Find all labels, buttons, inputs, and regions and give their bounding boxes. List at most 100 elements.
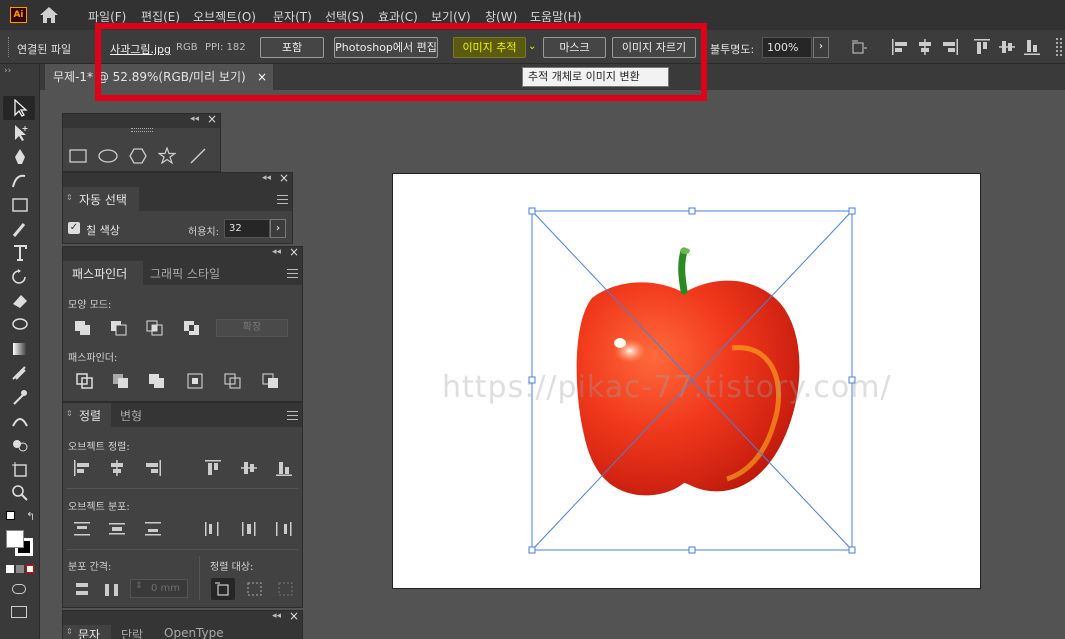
none-mode-icon[interactable]: [26, 565, 34, 573]
align-bottom-icon[interactable]: [1023, 38, 1041, 56]
mesh-tool-icon[interactable]: [10, 364, 30, 382]
close-panel-icon[interactable]: ×: [289, 609, 299, 623]
gradient-mode-icon[interactable]: [16, 565, 24, 573]
draw-mode-icon[interactable]: [12, 584, 26, 594]
collapse-panel-icon[interactable]: ◂◂: [190, 114, 199, 124]
align-horizontal-center-icon[interactable]: [916, 38, 934, 56]
opacity-input[interactable]: 100%: [762, 37, 812, 58]
close-panel-icon[interactable]: ×: [279, 171, 289, 185]
rectangle-tool-icon[interactable]: [10, 196, 30, 214]
outline-icon[interactable]: [224, 373, 242, 389]
zoom-tool-icon[interactable]: [10, 484, 30, 502]
close-panel-icon[interactable]: ×: [207, 112, 217, 126]
blend-tool-icon[interactable]: [10, 412, 30, 430]
intersect-icon[interactable]: [146, 320, 164, 336]
collapse-panel-icon[interactable]: ◂◂: [272, 247, 281, 257]
opacity-chevron-right-icon[interactable]: ›: [813, 37, 829, 58]
align-horizontal-center-icon[interactable]: [108, 460, 126, 476]
collapse-panel-icon[interactable]: ◂◂: [272, 611, 281, 621]
distribute-objects-label: 오브젝트 분포:: [68, 502, 130, 513]
rotate-tool-icon[interactable]: [10, 268, 30, 286]
star-shape-icon[interactable]: [158, 147, 176, 164]
distribute-bottom-icon[interactable]: [144, 521, 162, 537]
distribute-top-icon[interactable]: [73, 521, 91, 537]
align-to-key-object-icon[interactable]: [246, 581, 264, 597]
tab-paragraph[interactable]: 단락: [121, 626, 143, 639]
horizontal-distribute-space-icon[interactable]: [103, 581, 121, 597]
close-panel-icon[interactable]: ×: [289, 245, 299, 259]
unite-icon[interactable]: [74, 320, 92, 336]
divide-icon[interactable]: [76, 373, 94, 389]
artboard-tool-icon[interactable]: [10, 460, 30, 478]
align-to-label: 정렬 대상:: [210, 562, 254, 573]
default-fill-stroke-icon[interactable]: [6, 511, 15, 520]
merge-icon[interactable]: [148, 373, 166, 389]
direct-selection-tool-icon[interactable]: [10, 124, 30, 142]
align-vertical-center-icon[interactable]: [240, 460, 258, 476]
crop-icon[interactable]: [187, 373, 205, 389]
spacing-stepper-icon[interactable]: ⇕: [135, 581, 143, 591]
tolerance-input[interactable]: 32: [224, 219, 270, 238]
curvature-tool-icon[interactable]: [10, 172, 30, 190]
distribute-vertical-center-icon[interactable]: [108, 521, 126, 537]
tolerance-chevron-right-icon[interactable]: ›: [270, 219, 286, 238]
align-left-icon[interactable]: [891, 38, 909, 56]
distribute-horizontal-center-icon[interactable]: [240, 521, 258, 537]
align-vertical-center-icon[interactable]: [998, 38, 1016, 56]
opacity-label[interactable]: 불투명도:: [710, 41, 754, 57]
panel-options-chevron-icon[interactable]: ⇕: [66, 627, 73, 636]
fill-color-swatch[interactable]: [6, 530, 24, 548]
screen-mode-icon[interactable]: [11, 606, 27, 618]
home-icon[interactable]: [39, 6, 59, 24]
panel-options-chevron-icon[interactable]: ⇕: [66, 409, 73, 418]
align-to-selection-icon[interactable]: [214, 581, 232, 597]
fill-color-checkbox[interactable]: ✓: [68, 222, 80, 234]
tab-character[interactable]: 문자: [78, 626, 100, 639]
selection-tool-icon[interactable]: [10, 99, 30, 117]
align-right-icon[interactable]: [144, 460, 162, 476]
exclude-icon[interactable]: [183, 320, 201, 336]
tab-graphic-styles[interactable]: 그래픽 스타일: [150, 265, 220, 282]
color-mode-icon[interactable]: [6, 565, 14, 573]
linked-file-label[interactable]: 연결된 파일: [17, 41, 71, 57]
rectangle-shape-icon[interactable]: [69, 148, 87, 164]
tab-opentype[interactable]: OpenType: [164, 626, 224, 639]
panel-menu-icon[interactable]: [287, 411, 298, 420]
lasso-tool-icon[interactable]: [10, 316, 30, 334]
tab-pathfinder[interactable]: 패스파인더: [72, 265, 127, 282]
eraser-tool-icon[interactable]: [10, 292, 30, 310]
ellipse-shape-icon[interactable]: [98, 148, 118, 164]
distribute-right-icon[interactable]: [275, 521, 293, 537]
type-tool-icon[interactable]: [10, 244, 30, 262]
gradient-tool-icon[interactable]: [10, 340, 30, 358]
minus-back-icon[interactable]: [262, 373, 280, 389]
trim-icon[interactable]: [112, 373, 130, 389]
line-segment-shape-icon[interactable]: [189, 148, 207, 164]
tab-transform[interactable]: 변형: [120, 407, 142, 424]
minus-front-icon[interactable]: [110, 320, 128, 336]
panel-menu-icon[interactable]: [277, 195, 288, 204]
pen-tool-icon[interactable]: [10, 148, 30, 166]
align-left-icon[interactable]: [73, 460, 91, 476]
eyedropper-tool-icon[interactable]: [10, 388, 30, 406]
panel-options-chevron-icon[interactable]: ⇕: [66, 193, 73, 202]
expand-button[interactable]: 확장: [216, 319, 288, 337]
distribute-left-icon[interactable]: [204, 521, 222, 537]
panel-menu-icon[interactable]: [287, 269, 298, 278]
collapse-toolbar-icon[interactable]: ››: [4, 66, 11, 76]
align-to-artboard-icon[interactable]: [277, 581, 295, 597]
polygon-shape-icon[interactable]: [129, 148, 147, 164]
paintbrush-tool-icon[interactable]: [10, 220, 30, 238]
tab-magic-wand[interactable]: 자동 선택: [79, 191, 127, 208]
align-to-selection-icon[interactable]: [850, 38, 868, 56]
more-options-icon[interactable]: [1056, 38, 1062, 56]
align-right-icon[interactable]: [941, 38, 959, 56]
align-top-icon[interactable]: [973, 38, 991, 56]
vertical-distribute-space-icon[interactable]: [73, 581, 91, 597]
collapse-panel-icon[interactable]: ◂◂: [262, 173, 271, 183]
align-bottom-icon[interactable]: [275, 460, 293, 476]
swap-fill-stroke-icon[interactable]: ↰: [26, 510, 35, 523]
shape-builder-tool-icon[interactable]: [10, 436, 30, 454]
tab-align[interactable]: 정렬: [79, 407, 101, 424]
align-top-icon[interactable]: [204, 460, 222, 476]
